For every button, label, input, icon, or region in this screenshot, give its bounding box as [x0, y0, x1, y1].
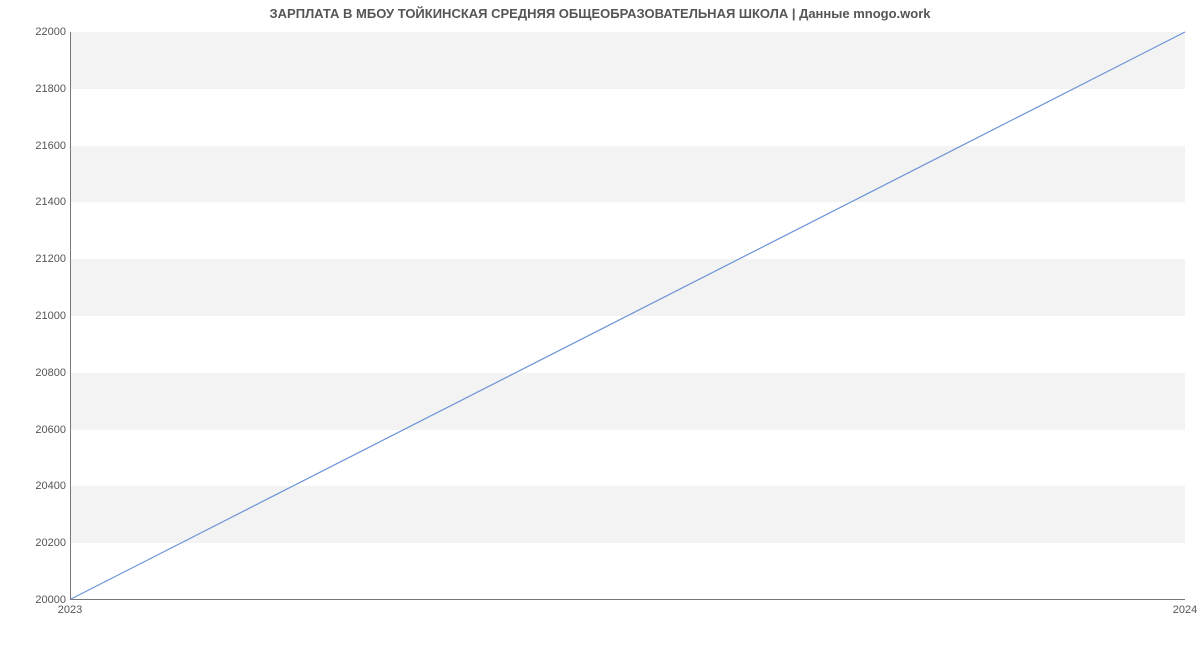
y-tick-label: 20400 — [6, 480, 66, 492]
y-tick-label: 21800 — [6, 83, 66, 95]
line-series — [71, 32, 1185, 599]
chart-title: ЗАРПЛАТА В МБОУ ТОЙКИНСКАЯ СРЕДНЯЯ ОБЩЕО… — [0, 6, 1200, 21]
y-tick-label: 22000 — [6, 26, 66, 38]
y-tick-label: 20600 — [6, 424, 66, 436]
y-tick-label: 21400 — [6, 196, 66, 208]
y-tick-label: 20800 — [6, 367, 66, 379]
y-tick-label: 20200 — [6, 537, 66, 549]
plot-area — [70, 32, 1185, 600]
y-tick-label: 21200 — [6, 253, 66, 265]
line-path — [71, 32, 1185, 599]
chart-container: ЗАРПЛАТА В МБОУ ТОЙКИНСКАЯ СРЕДНЯЯ ОБЩЕО… — [0, 0, 1200, 650]
x-tick-label: 2024 — [1173, 604, 1197, 616]
x-tick-label: 2023 — [58, 604, 82, 616]
y-tick-label: 21600 — [6, 140, 66, 152]
y-tick-label: 21000 — [6, 310, 66, 322]
